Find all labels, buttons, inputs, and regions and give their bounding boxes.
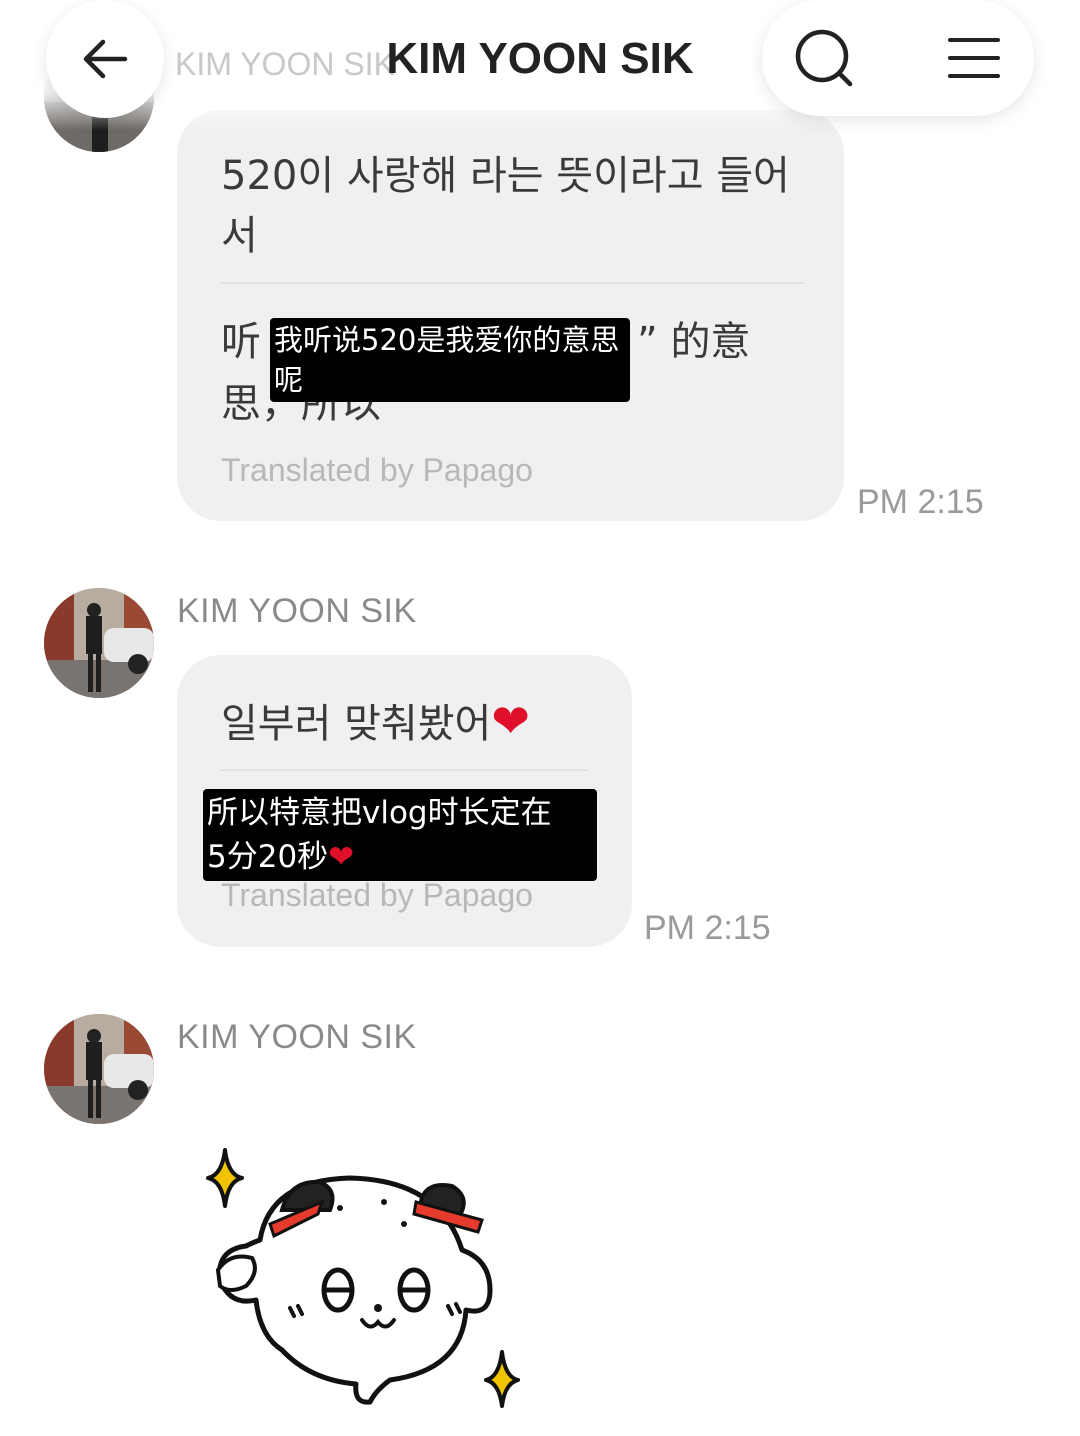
translation-text-right: ” 的意 [637, 319, 751, 365]
translated-by-label: Translated by Papago [221, 452, 533, 488]
avatar[interactable] [44, 588, 154, 698]
translation-divider [221, 769, 587, 771]
heart-emoji: ❤ [328, 839, 355, 875]
sparkle-icon [206, 1148, 244, 1208]
caption-overlay: 我听说520是我爱你的意思呢 [270, 318, 630, 402]
hamburger-menu-icon [948, 38, 1000, 78]
message-time: PM 2:15 [857, 483, 984, 521]
message-time: PM 2:15 [644, 909, 771, 947]
search-icon [795, 29, 853, 87]
sticker-image[interactable] [190, 1140, 540, 1420]
caption-line2: 5分20秒❤ [207, 835, 593, 879]
translation-divider [221, 282, 805, 284]
message-bubble[interactable]: 520이 사랑해 라는 뜻이라고 들어 서 听 ” 的意 思，所以 Transl… [177, 110, 844, 521]
sparkle-icon [484, 1350, 520, 1408]
sender-name: KIM YOON SIK [177, 1018, 417, 1056]
menu-button[interactable] [942, 26, 1006, 90]
original-text: 일부러 맞춰봤어❤ [221, 691, 530, 754]
caption-overlay: 所以特意把vlog时长定在 5分20秒❤ [203, 789, 597, 881]
original-text-line1: 520이 사랑해 라는 뜻이라고 들어 [221, 153, 790, 199]
original-text-content: 일부러 맞춰봤어 [221, 701, 492, 747]
search-button[interactable] [792, 26, 856, 90]
avatar[interactable] [44, 1014, 154, 1124]
caption-line2-text: 5分20秒 [207, 839, 329, 875]
avatar-photo [44, 588, 154, 698]
heart-emoji: ❤ [491, 694, 530, 748]
original-text-line2: 서 [221, 213, 258, 259]
translated-by-label: Translated by Papago [221, 877, 533, 913]
translation-text-left: 听 [221, 319, 261, 365]
caption-line1: 所以特意把vlog时长定在 [207, 795, 552, 831]
sender-name: KIM YOON SIK [177, 592, 417, 630]
header-actions [762, 0, 1034, 116]
avatar-photo [44, 1014, 154, 1124]
